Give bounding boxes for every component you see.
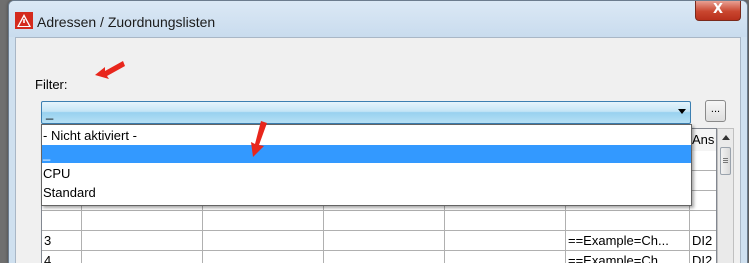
table-row[interactable]: 3 ==Example=Ch... DI2: [42, 231, 716, 251]
dropdown-option[interactable]: CPU: [42, 165, 691, 183]
row-index-cell: 4: [42, 251, 82, 263]
table-vertical-scrollbar[interactable]: [717, 128, 734, 263]
app-warning-icon: [15, 12, 33, 29]
table-row[interactable]: [42, 211, 716, 231]
table-cell: ==Example=Ch...: [566, 231, 690, 251]
scroll-thumb[interactable]: [720, 147, 731, 175]
chevron-down-icon[interactable]: [678, 109, 686, 114]
filter-selected-value: _: [46, 105, 54, 120]
dropdown-option[interactable]: - Nicht aktiviert -: [42, 127, 691, 145]
close-button[interactable]: X: [695, 1, 741, 21]
table-cell: DI2: [690, 231, 716, 251]
filter-combobox[interactable]: _: [41, 101, 691, 124]
table-cell: ==Example=Ch...: [566, 251, 690, 263]
dropdown-option-selected[interactable]: _: [42, 145, 691, 163]
table-cell: DI2: [690, 251, 716, 263]
table-header-cell[interactable]: Ans: [690, 129, 716, 151]
filter-dropdown-list: - Nicht aktiviert - _ CPU Standard: [41, 124, 692, 206]
row-index-cell: 3: [42, 231, 82, 251]
annotation-arrow-icon: [251, 121, 267, 157]
dropdown-option[interactable]: Standard: [42, 184, 691, 202]
filter-edit-button[interactable]: ...: [705, 100, 726, 122]
annotation-arrow-icon: [95, 61, 125, 79]
table-row[interactable]: 4 ==Example=Ch... DI2: [42, 251, 716, 263]
window-title: Adressen / Zuordnungslisten: [37, 14, 216, 30]
filter-label: Filter:: [35, 77, 68, 92]
address-assignment-dialog: Adressen / Zuordnungslisten X Filter: _ …: [8, 0, 748, 263]
scroll-up-arrow-icon[interactable]: [722, 135, 730, 140]
title-bar[interactable]: Adressen / Zuordnungslisten X: [9, 1, 747, 37]
